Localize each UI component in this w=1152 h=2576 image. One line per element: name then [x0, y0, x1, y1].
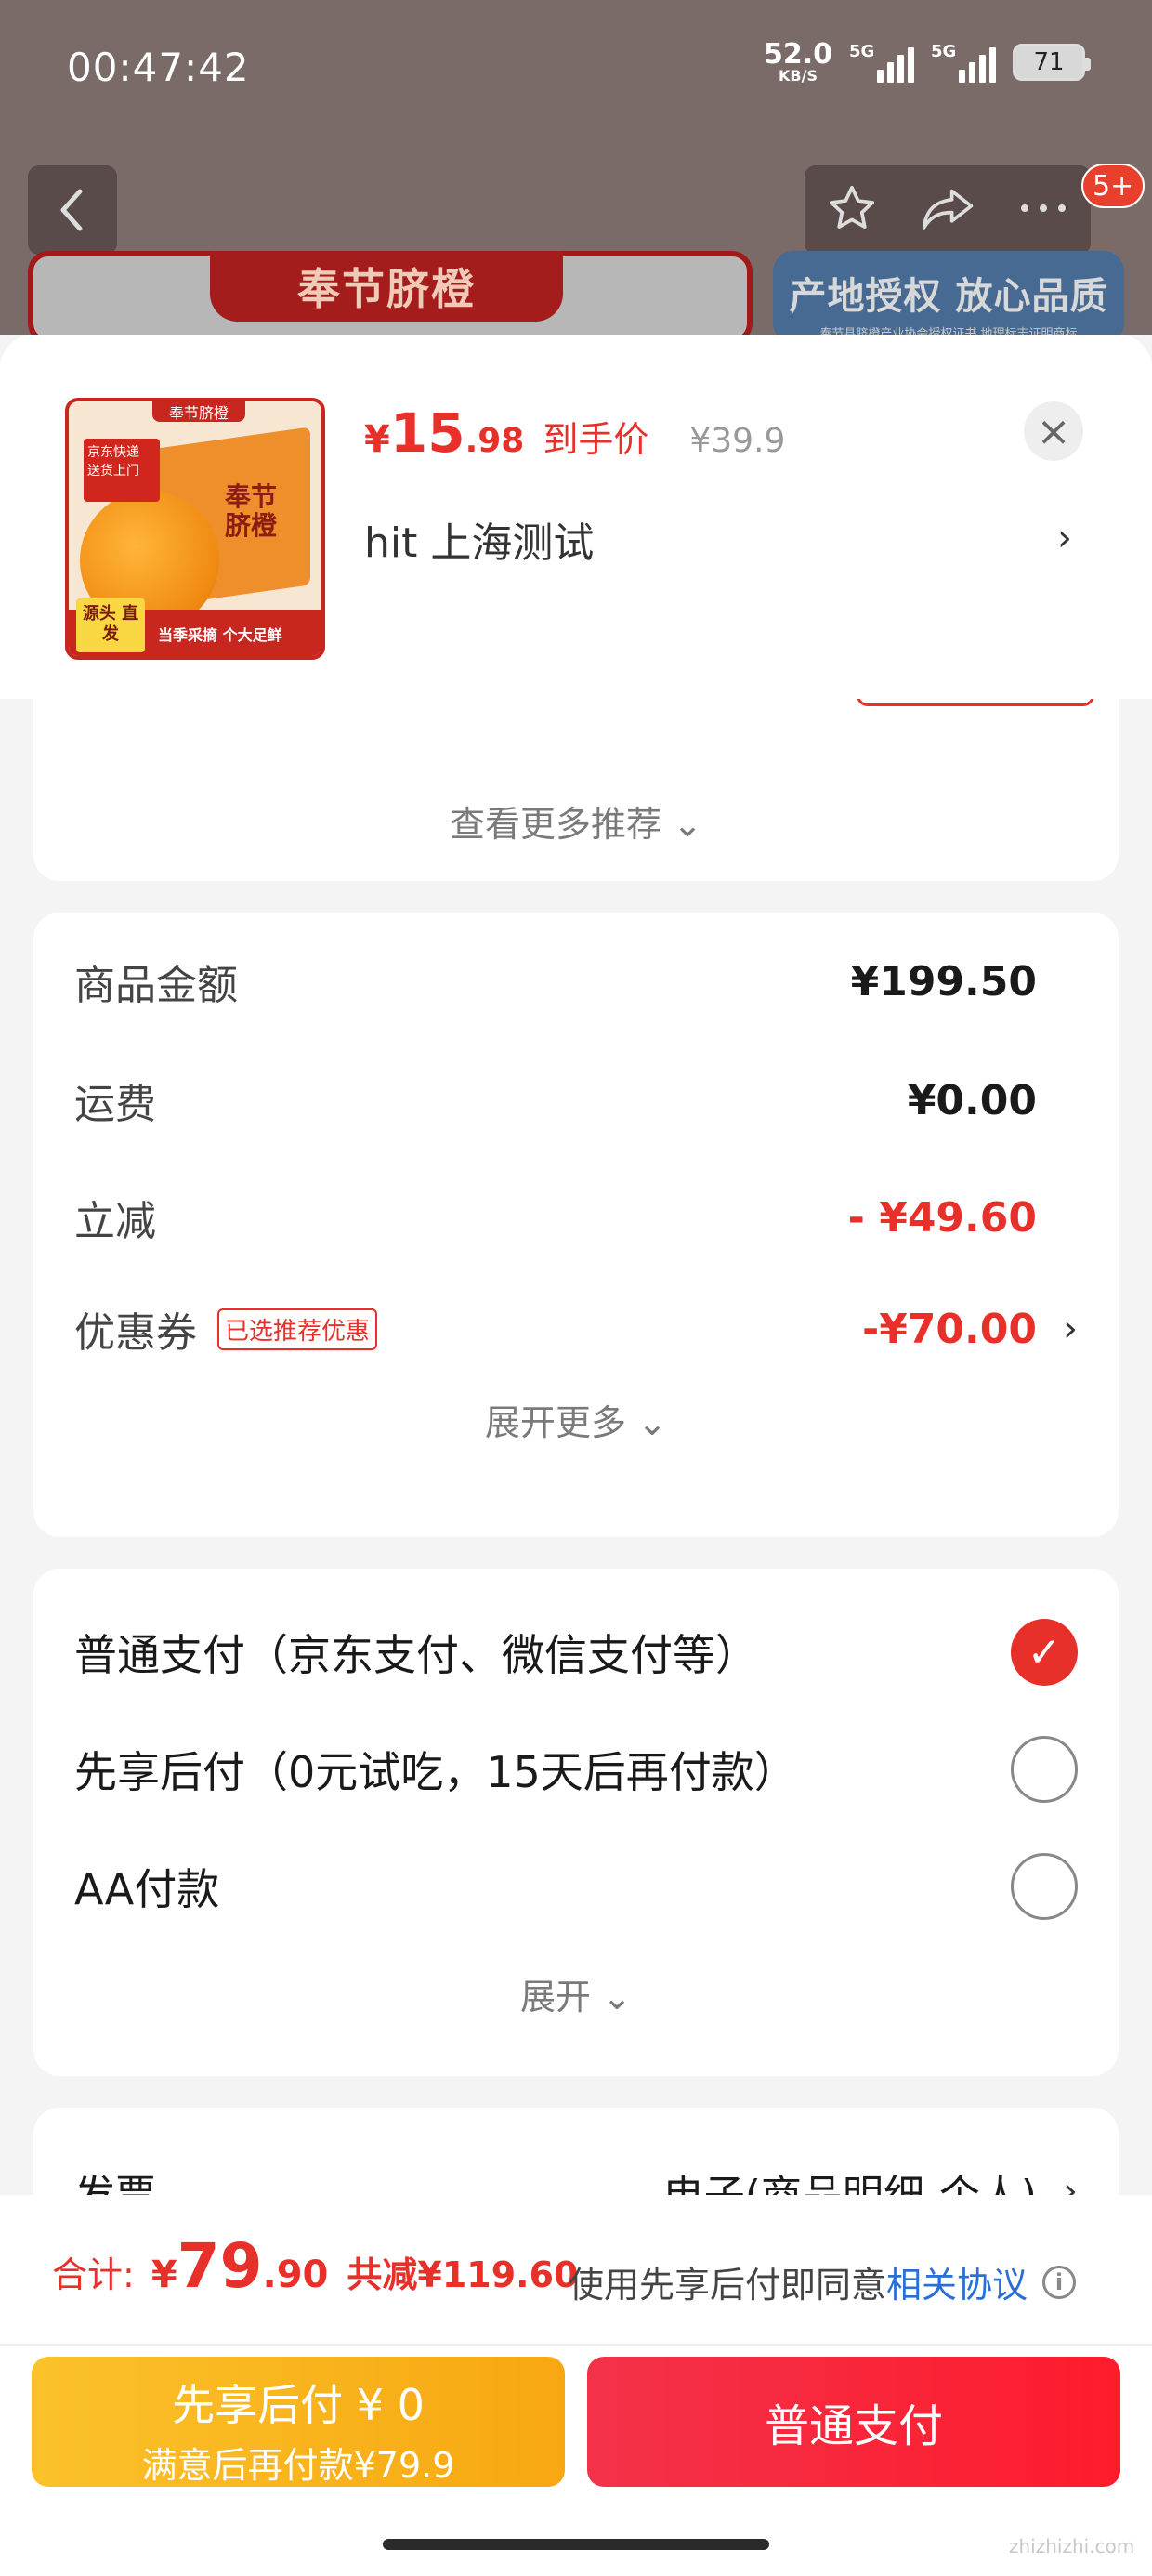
close-button[interactable]: × — [1024, 401, 1083, 461]
expand-more-button[interactable]: 展开更多 ⌄ — [33, 1394, 1119, 1445]
expand-payment-button[interactable]: 展开 ⌄ — [33, 1968, 1119, 2019]
summary-row-shipping: 运费 ¥0.00 — [74, 1072, 1078, 1129]
delivery-address[interactable]: hit 上海测试 — [364, 509, 594, 569]
total-amount: 合计: ¥ 79 .90 共减¥119.60 — [52, 2230, 578, 2302]
signal-icon: 5G — [931, 42, 996, 83]
chevron-down-icon: ⌄ — [673, 804, 702, 845]
payment-method-card: 普通支付（京东支付、微信支付等） ✓ 先享后付（0元试吃，15天后再付款） AA… — [33, 1569, 1119, 2076]
price-integer: 15 — [389, 401, 465, 465]
price-summary-card: 商品金额 ¥199.50 运费 ¥0.00 立减 - ¥49.60 优惠券 已选… — [33, 913, 1119, 1537]
share-icon — [922, 189, 974, 230]
summary-value: ¥0.00 — [907, 1076, 1037, 1124]
battery-icon: 71 — [1013, 44, 1091, 81]
chevron-down-icon: ⌄ — [637, 1402, 667, 1443]
agreement-prefix: 使用先享后付即同意 — [569, 2265, 887, 2306]
payment-option-pay-later[interactable]: 先享后付（0元试吃，15天后再付款） — [74, 1734, 1078, 1805]
summary-label: 运费 — [74, 1081, 156, 1128]
network-speed-unit: KB/S — [779, 67, 818, 85]
payment-option-label: 先享后付（0元试吃，15天后再付款） — [74, 1747, 797, 1797]
pay-later-button[interactable]: 先享后付 ¥ 0 满意后再付款¥79.9 — [32, 2357, 565, 2487]
price-decimal: .98 — [465, 422, 525, 460]
payment-option-aa[interactable]: AA付款 — [74, 1851, 1078, 1922]
chevron-left-icon — [60, 189, 83, 231]
summary-value: - ¥49.60 — [847, 1193, 1037, 1242]
sheet-header: 奉节脐橙 奉节 脐橙 京东快递 送货上门 源头 直发 当季采摘 个大足鲜 ¥ 1… — [0, 335, 1152, 699]
agreement-text: 使用先享后付即同意 相关协议 i — [569, 2256, 1077, 2307]
total-symbol: ¥ — [151, 2254, 177, 2296]
network-speed-value: 52.0 — [763, 38, 832, 71]
summary-row-coupon[interactable]: 优惠券 已选推荐优惠 -¥70.00 › — [74, 1301, 1078, 1358]
expand-payment-label: 展开 — [520, 1977, 592, 2017]
summary-label: 优惠券 — [74, 1309, 197, 1357]
checkout-footer: 合计: ¥ 79 .90 共减¥119.60 使用先享后付即同意 相关协议 i … — [0, 2195, 1152, 2576]
coupon-tag: 已选推荐优惠 — [217, 1308, 378, 1350]
battery-level: 71 — [1033, 48, 1065, 76]
star-icon — [829, 185, 874, 229]
product-image: 奉节脐橙 奉节 脐橙 京东快递 送货上门 源头 直发 当季采摘 个大足鲜 — [65, 398, 325, 660]
image-sticker: 京东快递 送货上门 — [84, 439, 160, 502]
price-symbol: ¥ — [364, 418, 390, 461]
summary-row-goods: 商品金额 ¥199.50 — [74, 953, 1078, 1010]
image-brand-label: 奉节脐橙 — [152, 401, 245, 422]
banner-title: 奉节脐橙 — [210, 251, 563, 322]
chevron-down-icon: ⌄ — [602, 1977, 632, 2017]
signal-icon: 5G — [849, 42, 914, 83]
chevron-right-icon: › — [1063, 1308, 1078, 1350]
agreement-link[interactable]: 相关协议 — [886, 2256, 1028, 2307]
network-speed: 52.0 KB/S — [764, 41, 832, 84]
status-bar: 00:47:42 52.0 KB/S 5G 5G 71 — [0, 0, 1152, 139]
divider — [0, 2344, 1152, 2346]
more-dots-icon — [1021, 204, 1067, 212]
radio-button[interactable] — [1011, 1853, 1078, 1920]
product-price: ¥ 15 .98 到手价 ¥39.9 — [364, 401, 785, 465]
summary-row-instant-discount: 立减 - ¥49.60 — [74, 1189, 1078, 1246]
summary-value: ¥199.50 — [850, 957, 1037, 1005]
payment-option-label: AA付款 — [74, 1864, 220, 1914]
image-footer: 源头 直发 当季采摘 个大足鲜 — [69, 598, 321, 656]
summary-value: -¥70.00 — [861, 1305, 1037, 1353]
radio-button[interactable] — [1011, 1736, 1078, 1803]
favorite-button[interactable] — [826, 182, 878, 238]
summary-label: 商品金额 — [74, 962, 238, 1009]
watermark: zhizhizhi.com — [1009, 2535, 1135, 2557]
more-button[interactable] — [1017, 199, 1069, 221]
payment-option-label: 普通支付（京东支付、微信支付等） — [74, 1630, 758, 1680]
background-page: 00:47:42 52.0 KB/S 5G 5G 71 5+ 奉节脐橙 产地授权… — [0, 0, 1152, 344]
status-indicators: 52.0 KB/S 5G 5G 71 — [764, 41, 1091, 84]
image-slogan: 当季采摘 个大足鲜 — [158, 626, 282, 644]
authorization-banner: 产地授权 放心品质 奉节县脐橙产业协会授权证书,地理标志证明商标 — [773, 251, 1124, 344]
total-integer: 79 — [177, 2230, 263, 2302]
pay-later-title: 先享后付 ¥ 0 — [172, 2380, 425, 2430]
authorization-title: 产地授权 放心品质 — [789, 275, 1108, 318]
total-label: 合计: — [52, 2254, 135, 2295]
product-banner: 奉节脐橙 — [28, 251, 753, 344]
payment-option-normal[interactable]: 普通支付（京东支付、微信支付等） ✓ — [74, 1617, 1078, 1688]
total-discount: 共减¥119.60 — [347, 2254, 579, 2295]
normal-pay-button[interactable]: 普通支付 — [587, 2357, 1120, 2487]
view-more-recommend[interactable]: 查看更多推荐 ⌄ — [33, 795, 1119, 847]
image-box-text: 奉节 脐橙 — [225, 481, 278, 541]
notification-badge: 5+ — [1081, 164, 1145, 208]
info-icon[interactable]: i — [1042, 2265, 1077, 2299]
summary-label: 立减 — [74, 1198, 156, 1245]
price-tag: 到手价 — [543, 419, 649, 460]
view-more-label: 查看更多推荐 — [450, 804, 662, 845]
chevron-right-icon[interactable]: › — [1057, 517, 1072, 559]
total-decimal: .90 — [262, 2254, 329, 2296]
nav-actions — [805, 165, 1091, 255]
original-price: ¥39.9 — [689, 422, 786, 460]
signal-type: 5G — [931, 42, 957, 61]
checkmark-icon[interactable]: ✓ — [1011, 1619, 1078, 1686]
image-source-label: 源头 直发 — [76, 598, 145, 652]
status-time: 00:47:42 — [67, 45, 250, 90]
back-button[interactable] — [28, 165, 117, 255]
pay-later-subtitle: 满意后再付款¥79.9 — [141, 2445, 455, 2486]
signal-type: 5G — [849, 42, 875, 61]
expand-more-label: 展开更多 — [485, 1402, 627, 1443]
share-button[interactable] — [920, 182, 975, 238]
home-indicator[interactable] — [383, 2539, 769, 2550]
